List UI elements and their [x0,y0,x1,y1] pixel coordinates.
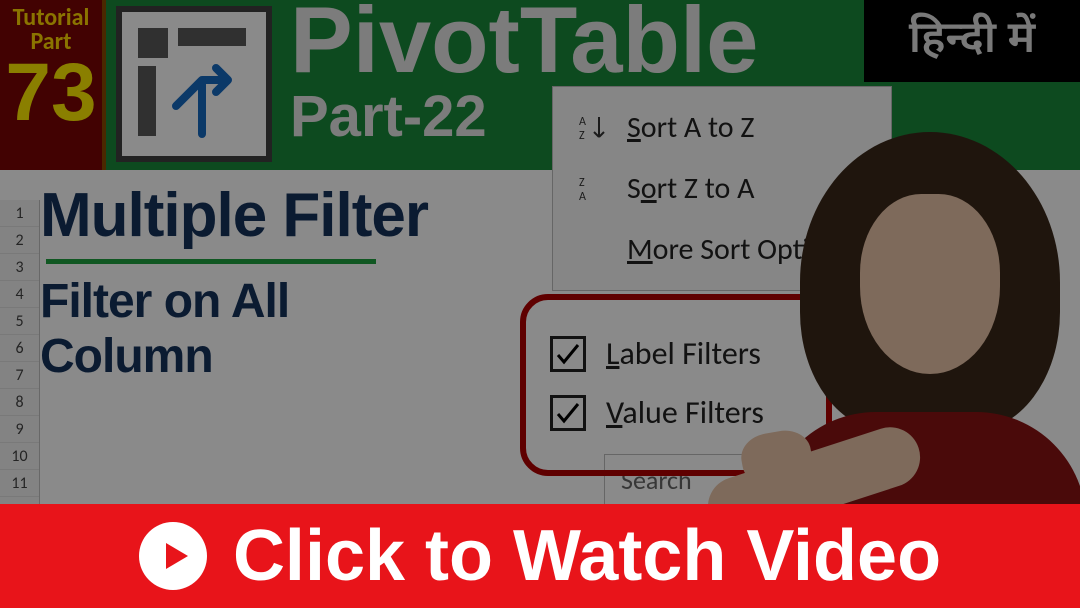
sort-asc-icon: A Z [575,113,609,143]
svg-text:Z: Z [579,129,585,143]
tutorial-number: 73 [5,52,96,134]
cta-text: Click to Watch Video [233,515,941,597]
presenter-image [744,132,1080,532]
slide-heading-1: Multiple Filter [40,180,560,251]
row-number[interactable]: 2 [0,227,39,254]
slide-heading-2b: Column [40,329,560,384]
checkbox-checked-icon[interactable] [550,395,586,431]
pivot-table-icon [116,6,272,162]
row-number[interactable]: 5 [0,308,39,335]
language-badge: हिन्दी में [864,0,1080,82]
row-number[interactable]: 4 [0,281,39,308]
svg-text:A: A [579,115,586,129]
checkbox-checked-icon[interactable] [550,336,586,372]
row-number[interactable]: 11 [0,470,39,497]
row-number[interactable]: 3 [0,254,39,281]
title-main: PivotTable [290,0,758,88]
row-number[interactable]: 7 [0,362,39,389]
sort-desc-icon: Z A [575,174,609,204]
divider [46,259,376,264]
language-label: हिन्दी में [909,13,1036,70]
menu-label: Sort Z to A [627,170,754,207]
tutorial-badge: Tutorial Part 73 [0,0,106,170]
checkbox-label: Value Filters [606,393,764,432]
row-number[interactable]: 1 [0,200,39,227]
row-number[interactable]: 6 [0,335,39,362]
row-number[interactable]: 10 [0,443,39,470]
row-number[interactable]: 9 [0,416,39,443]
play-icon [139,522,207,590]
menu-label: Sort A to Z [627,109,754,146]
cta-banner[interactable]: Click to Watch Video [0,504,1080,608]
slide-heading-2a: Filter on All [40,274,560,329]
row-number[interactable]: 8 [0,389,39,416]
svg-text:Z: Z [579,176,585,190]
svg-text:A: A [579,190,586,204]
checkbox-label: Label Filters [606,334,761,373]
